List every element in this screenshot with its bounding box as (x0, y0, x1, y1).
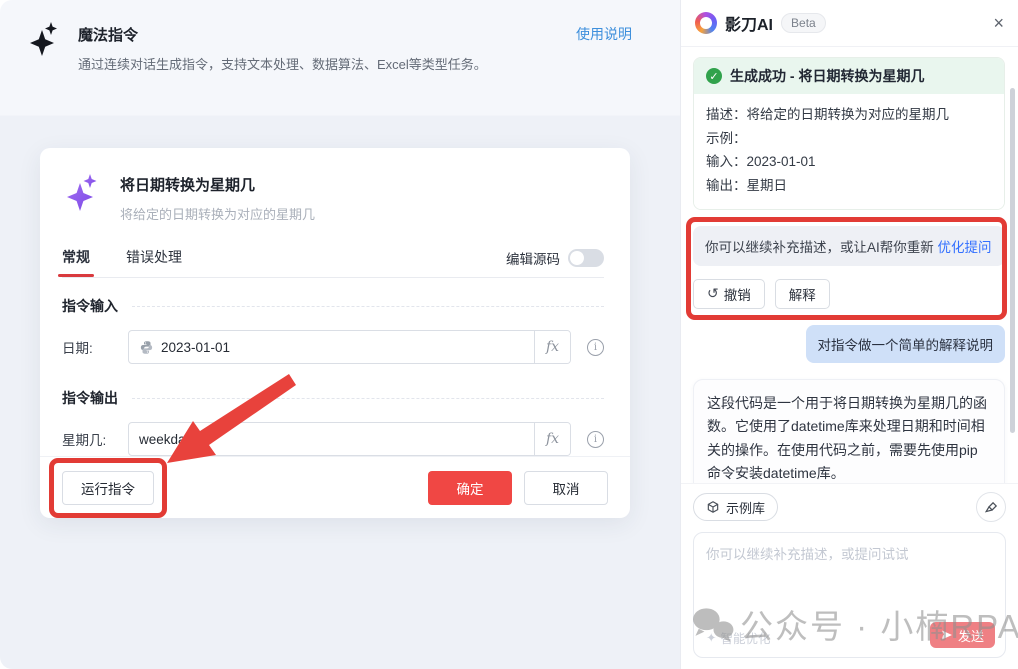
weekday-output-row: 星期几: weekday fx i (62, 422, 604, 456)
date-input-row: 日期: 2023-01-01 fx i (62, 330, 604, 364)
weekday-output-field[interactable]: weekday fx (128, 422, 571, 456)
chat-footer: 示例库 ✦ 智能优化 发送 (681, 483, 1018, 669)
summary-output: 输出：星期日 (706, 174, 992, 198)
ai-message-bubble: 这段代码是一个用于将日期转换为星期几的函数。它使用了datetime库来处理日期… (693, 379, 1005, 484)
send-button[interactable]: 发送 (930, 622, 995, 648)
app-window: 魔法指令 通过连续对话生成指令，支持文本处理、数据算法、Excel等类型任务。 … (0, 0, 1018, 669)
input-section-title: 指令输入 (62, 296, 118, 316)
magic-command-titles: 魔法指令 通过连续对话生成指令，支持文本处理、数据算法、Excel等类型任务。 (78, 18, 487, 73)
optimize-question-link[interactable]: 优化提问 (938, 240, 992, 255)
summary-example-label: 示例： (706, 127, 992, 151)
check-icon: ✓ (706, 68, 722, 84)
command-summary: 描述：将给定的日期转换为对应的星期几 示例： 输入：2023-01-01 输出：… (694, 94, 1004, 209)
info-icon[interactable]: i (587, 431, 604, 448)
undo-button[interactable]: ↺ 撤销 (693, 279, 765, 309)
weekday-field-label: 星期几: (62, 429, 128, 449)
send-label: 发送 (958, 626, 984, 645)
smart-optimize-control[interactable]: ✦ 智能优化 (706, 628, 771, 647)
run-command-button[interactable]: 运行指令 (62, 471, 154, 505)
smart-optimize-label: 智能优化 (720, 628, 770, 647)
examples-library-label: 示例库 (726, 498, 765, 517)
command-titles: 将日期转换为星期几 将给定的日期转换为对应的星期几 (120, 172, 315, 223)
hint-text: 你可以继续补充描述，或让AI帮你重新 (705, 240, 938, 255)
clear-chat-button[interactable] (976, 492, 1006, 522)
divider (132, 398, 604, 399)
command-description: 将给定的日期转换为对应的星期几 (120, 204, 315, 223)
date-input-value: 2023-01-01 (161, 340, 230, 355)
tab-error-handling[interactable]: 错误处理 (126, 247, 182, 277)
date-input-field[interactable]: 2023-01-01 fx (128, 330, 571, 364)
sparkle-icon: ✦ (706, 630, 716, 645)
magic-command-header: 魔法指令 通过连续对话生成指令，支持文本处理、数据算法、Excel等类型任务。 … (0, 0, 680, 73)
ai-message-paragraph: 这段代码是一个用于将日期转换为星期几的函数。它使用了datetime库来处理日期… (707, 392, 991, 484)
summary-input: 输入：2023-01-01 (706, 150, 992, 174)
python-icon (139, 340, 154, 355)
date-field-label: 日期: (62, 337, 128, 357)
magic-command-panel: 魔法指令 通过连续对话生成指令，支持文本处理、数据算法、Excel等类型任务。 … (0, 0, 680, 669)
generation-result-card: ✓ 生成成功 - 将日期转换为星期几 描述：将给定的日期转换为对应的星期几 示例… (693, 57, 1005, 210)
undo-label: 撤销 (724, 284, 751, 304)
command-dialog: 将日期转换为星期几 将给定的日期转换为对应的星期几 常规 错误处理 编辑源码 指… (40, 148, 630, 518)
magic-sparkle-icon (24, 20, 64, 64)
page-subtitle: 通过连续对话生成指令，支持文本处理、数据算法、Excel等类型任务。 (78, 54, 487, 73)
confirm-button[interactable]: 确定 (428, 471, 512, 505)
output-section-title: 指令输出 (62, 388, 118, 408)
send-icon (941, 629, 953, 641)
scrollbar-thumb[interactable] (1010, 88, 1015, 433)
hint-bubble: 你可以继续补充描述，或让AI帮你重新 优化提问 (693, 226, 1005, 266)
chat-input[interactable] (706, 543, 993, 615)
command-title: 将日期转换为星期几 (120, 172, 315, 195)
ai-panel-title: 影刀AI (725, 11, 773, 35)
fx-button[interactable]: fx (534, 423, 570, 455)
chat-input-box: ✦ 智能优化 发送 (693, 532, 1006, 658)
info-icon[interactable]: i (587, 339, 604, 356)
examples-library-button[interactable]: 示例库 (693, 493, 778, 521)
user-message-bubble: 对指令做一个简单的解释说明 (806, 325, 1006, 363)
yingdao-ai-logo-icon (695, 12, 717, 34)
tab-general[interactable]: 常规 (62, 247, 90, 277)
cube-icon (706, 500, 720, 514)
usage-help-link[interactable]: 使用说明 (576, 24, 632, 44)
command-sparkle-icon (62, 172, 102, 218)
ai-panel-header: 影刀AI Beta × (681, 0, 1018, 47)
brush-icon (984, 500, 999, 515)
page-title: 魔法指令 (78, 18, 487, 45)
success-banner: ✓ 生成成功 - 将日期转换为星期几 (694, 58, 1004, 94)
divider (132, 306, 604, 307)
success-text: 生成成功 - 将日期转换为星期几 (730, 66, 924, 86)
fx-button[interactable]: fx (534, 331, 570, 363)
beta-badge: Beta (781, 13, 826, 33)
hint-group: 你可以继续补充描述，或让AI帮你重新 优化提问 ↺ 撤销 解释 (693, 226, 1005, 309)
explain-button[interactable]: 解释 (775, 279, 830, 309)
undo-icon: ↺ (707, 285, 719, 302)
close-icon[interactable]: × (993, 14, 1004, 32)
edit-source-label: 编辑源码 (506, 248, 560, 268)
ai-assistant-panel: 影刀AI Beta × ✓ 生成成功 - 将日期转换为星期几 描述：将给定的日期… (680, 0, 1018, 669)
edit-source-toggle[interactable] (568, 249, 604, 267)
cancel-button[interactable]: 取消 (524, 471, 608, 505)
edit-source-control: 编辑源码 (506, 248, 604, 276)
chat-area: ✓ 生成成功 - 将日期转换为星期几 描述：将给定的日期转换为对应的星期几 示例… (681, 47, 1018, 483)
summary-description: 描述：将给定的日期转换为对应的星期几 (706, 103, 992, 127)
weekday-output-value: weekday (139, 432, 192, 447)
